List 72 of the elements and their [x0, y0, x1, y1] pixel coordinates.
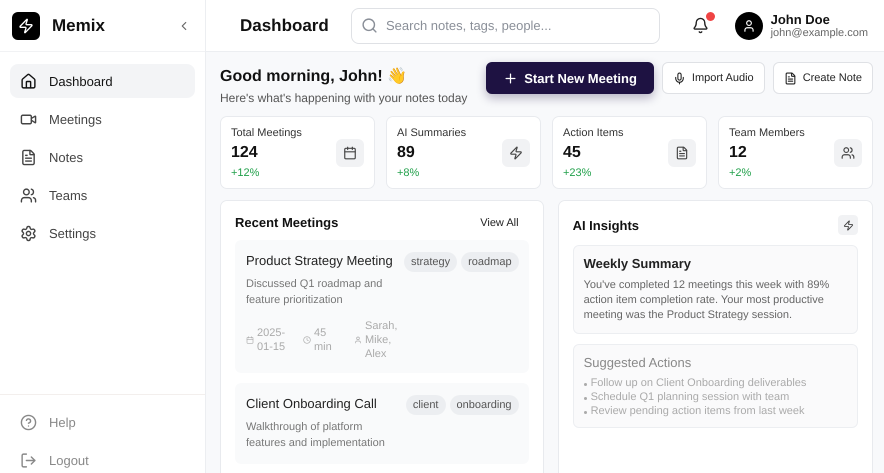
sidebar-item[interactable]: Help [10, 409, 195, 435]
sidebar-item[interactable]: Teams [10, 178, 195, 212]
tag: onboarding [450, 395, 519, 416]
app-name: Memix [52, 16, 106, 36]
sidebar-item[interactable]: Logout [10, 447, 195, 473]
lightning-icon [842, 220, 854, 230]
meeting-summary: Discussed Q1 roadmap and feature prioritization [246, 276, 384, 308]
stat-label: Team Members [729, 127, 806, 139]
tag: client [406, 395, 446, 416]
plus-icon [503, 70, 518, 86]
meeting-attendees: Sarah, Mike, Alex [365, 318, 398, 362]
summary-text: You've completed 12 meetings this week with 89% action item completion rate. Your most productive meeting was the Product Strategy session. [584, 278, 830, 323]
meeting-card[interactable]: Product Strategy Meeting Discussed Q1 roadmap and feature prioritization 2025-01-15 45 min Sarah, Mike, Alex strategy roadmap [235, 240, 529, 374]
meeting-duration: 45 min [314, 326, 333, 354]
users-icon [841, 146, 855, 160]
search-field[interactable]: Search notes, tags, people... [351, 8, 660, 44]
meeting-title: Client Onboarding Call [246, 395, 378, 413]
sidebar-item[interactable]: Notes [10, 140, 195, 174]
suggested-action: Schedule Q1 planning session with team [584, 390, 847, 403]
stat-change: +12% [231, 167, 260, 179]
lightning-button[interactable] [838, 215, 858, 235]
user-email: john@example.com [770, 27, 868, 39]
greeting-subtitle: Here's what's happening with your notes today [220, 91, 468, 105]
stat-label: AI Summaries [397, 127, 468, 139]
panel-title: AI Insights [572, 218, 640, 232]
stat-change: +23% [563, 167, 592, 179]
sidebar-item[interactable]: Meetings [10, 102, 195, 136]
action-button[interactable]: Create Note [772, 62, 873, 94]
start-meeting-button[interactable]: Start New Meeting [486, 62, 654, 94]
meeting-title: Product Strategy Meeting [246, 252, 394, 270]
calendar-icon [343, 146, 357, 160]
card-title: Suggested Actions [584, 354, 692, 370]
sidebar-item[interactable]: Dashboard [10, 64, 195, 98]
page-title: Dashboard [240, 16, 330, 36]
meeting-summary: Walkthrough of platform features and implementation [246, 420, 386, 452]
clock-icon [303, 336, 311, 344]
meeting-card[interactable]: Client Onboarding Call Walkthrough of platform features and implementation client onboarding [235, 383, 529, 464]
calendar-icon [246, 336, 254, 344]
greeting-title: Good morning, John! 👋 [220, 66, 408, 86]
user-name: John Doe [770, 12, 831, 27]
user-avatar[interactable] [734, 12, 763, 40]
stat-change: +8% [397, 167, 420, 179]
document-icon [784, 72, 797, 84]
panel-title: Recent Meetings [235, 215, 338, 230]
person-icon [354, 336, 362, 344]
search-icon [361, 16, 378, 34]
suggested-action: Follow up on Client Onboarding deliverables [584, 376, 847, 389]
home-icon [20, 72, 37, 90]
suggested-action: Review pending action items from last week [584, 404, 847, 417]
card-title: Weekly Summary [584, 256, 692, 271]
tag: strategy [404, 252, 458, 272]
document-icon [20, 148, 37, 166]
microphone-icon [672, 72, 686, 84]
lightning-icon [509, 146, 523, 160]
stat-value: 12 [729, 144, 748, 162]
stat-value: 89 [397, 144, 416, 162]
sidebar-item[interactable]: Settings [10, 216, 195, 250]
meeting-date: 2025-01-15 [257, 326, 286, 354]
stat-label: Total Meetings [231, 127, 303, 139]
app-logo [12, 12, 40, 40]
action-button[interactable]: Import Audio [662, 62, 765, 94]
stat-value: 45 [563, 144, 582, 162]
stat-label: Action Items [563, 127, 625, 139]
help-icon [20, 414, 37, 430]
logout-icon [20, 452, 37, 468]
view-all-link[interactable]: View All [480, 216, 519, 228]
stat-change: +2% [729, 167, 752, 179]
stat-value: 124 [231, 144, 259, 162]
users-icon [20, 186, 37, 204]
settings-icon [20, 224, 37, 242]
document-icon [675, 146, 689, 160]
tag: roadmap [461, 252, 519, 272]
